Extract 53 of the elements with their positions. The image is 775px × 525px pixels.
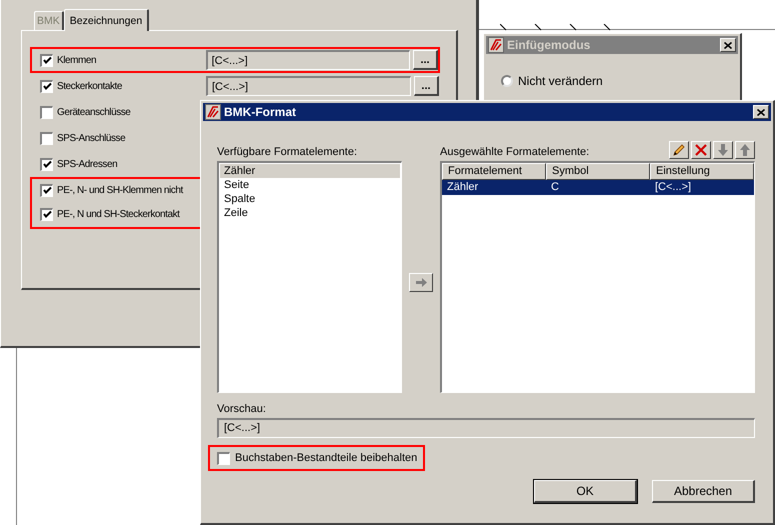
app-icon: [488, 37, 504, 53]
checkbox[interactable]: [40, 106, 53, 118]
text-field[interactable]: [C<...>]: [206, 50, 410, 70]
arrow-right-icon: [416, 278, 427, 286]
table-label: Ausgewählte Formatelemente:: [440, 145, 590, 160]
preview-label: Vorschau:: [217, 402, 267, 417]
checkbox[interactable]: [40, 184, 53, 196]
arrow-down-icon: [718, 144, 728, 156]
checkbox[interactable]: [40, 132, 53, 144]
toolbar-button[interactable]: [691, 141, 711, 159]
dialog-button[interactable]: OK: [534, 480, 637, 503]
list-item[interactable]: Zähler: [220, 164, 400, 178]
app-icon: [205, 104, 221, 120]
list-item[interactable]: Zeile: [220, 206, 400, 220]
list-item[interactable]: Seite: [220, 178, 400, 192]
browse-button[interactable]: ...: [413, 50, 438, 70]
browse-button[interactable]: ...: [414, 76, 439, 96]
tab[interactable]: Bezeichnungen: [64, 9, 150, 31]
pencil-icon: [673, 144, 685, 156]
dialog-button[interactable]: Abbrechen: [652, 480, 755, 503]
column-header[interactable]: Formatelement: [442, 163, 546, 180]
checkbox-label: SPS-Anschlüsse: [57, 132, 126, 144]
checkbox[interactable]: [217, 452, 230, 464]
close-icon: [724, 42, 732, 48]
text-field[interactable]: [C<...>]: [206, 76, 411, 96]
radio-button[interactable]: [501, 75, 513, 87]
arrow-up-icon: [740, 144, 750, 156]
close-icon: [757, 108, 765, 116]
column-header[interactable]: Symbol: [546, 163, 650, 180]
window-title: BMK-Format: [224, 105, 297, 119]
checkbox-label: Buchstaben-Bestandteile beibehalten: [235, 452, 418, 464]
delete-icon: [695, 144, 707, 156]
element-list[interactable]: Zähler Seite Spalte Zeile: [217, 161, 402, 393]
close-button[interactable]: [720, 38, 736, 52]
checkbox-label: PE-, N- und SH-Klemmen nicht: [57, 184, 184, 196]
element-table[interactable]: Formatelement Symbol Einstellung Zähler C [C<...>]: [440, 161, 755, 393]
checkbox[interactable]: [40, 80, 53, 92]
close-button[interactable]: [753, 105, 769, 119]
checkbox[interactable]: [40, 158, 53, 170]
checkbox-label: PE-, N und SH-Steckerkontakt: [57, 208, 181, 220]
radio-label: Nicht verändern: [518, 74, 603, 88]
list-item[interactable]: Spalte: [220, 192, 400, 206]
checkbox[interactable]: [40, 208, 53, 220]
checkbox[interactable]: [40, 54, 53, 66]
list-label: Verfügbare Formatelemente:: [217, 145, 358, 160]
toolbar-button[interactable]: [669, 141, 689, 159]
checkbox-label: Geräteanschlüsse: [57, 106, 132, 118]
column-header[interactable]: Einstellung: [650, 163, 754, 180]
window-title: Einfügemodus: [507, 38, 592, 52]
checkbox-label: Steckerkontakte: [57, 80, 123, 92]
checkbox-label: Klemmen: [57, 54, 98, 66]
table-row[interactable]: Zähler C [C<...>]: [442, 180, 754, 195]
checkbox-label: SPS-Adressen: [57, 158, 118, 170]
